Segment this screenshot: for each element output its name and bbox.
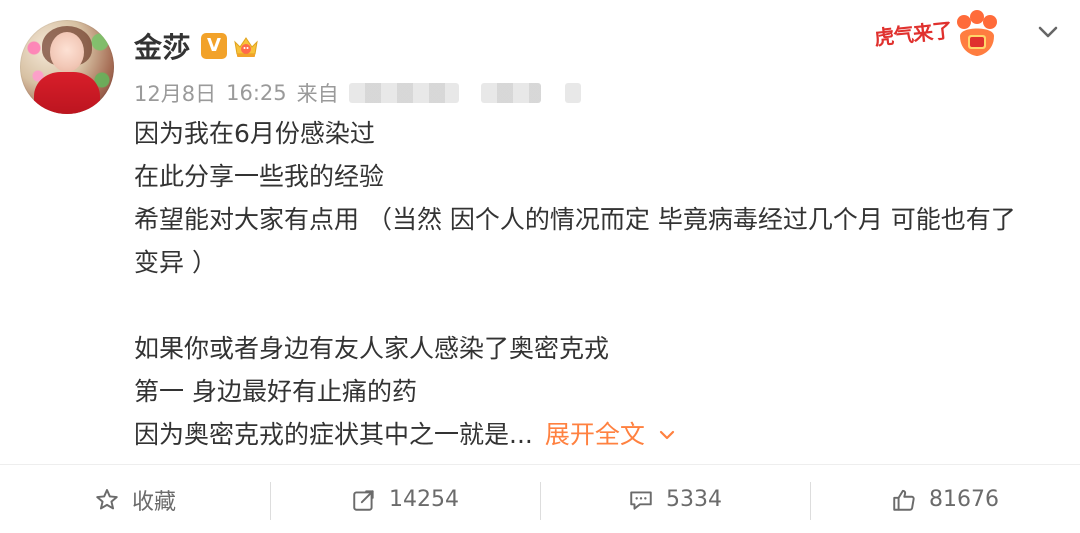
post-date: 12月8日 [134, 82, 217, 106]
post-line: 在此分享一些我的经验 [134, 162, 385, 191]
favorite-label: 收藏 [131, 489, 176, 515]
star-outline-icon [94, 487, 120, 513]
post-meta: 12月8日 16:25 来自 [134, 78, 581, 108]
post-line-last: 因为奥密克戎的症状其中之一就是... 展开全文 [134, 413, 1064, 458]
avatar-face [50, 32, 84, 72]
crown-badge-icon [231, 32, 261, 60]
share-arrow-icon [351, 487, 377, 513]
favorite-button[interactable]: 收藏 [0, 466, 270, 533]
like-button[interactable]: 81676 [810, 466, 1080, 533]
repost-button[interactable]: 14254 [270, 466, 540, 533]
comment-button[interactable]: 5334 [540, 466, 810, 533]
comment-count: 5334 [666, 487, 722, 512]
post-line: 如果你或者身边有友人家人感染了奥密克戎 [134, 334, 610, 363]
expand-chevron-down-icon[interactable] [657, 415, 677, 458]
post-content: 因为我在6月份感染过 在此分享一些我的经验 希望能对大家有点用 （当然 因个人的… [134, 112, 1064, 458]
username[interactable]: 金莎 [134, 26, 191, 66]
post-source-prefix: 来自 [296, 82, 339, 106]
post-blank-line [134, 284, 1064, 327]
post-line: 希望能对大家有点用 （当然 因个人的情况而定 毕竟病毒经过几个月 可能也有了 [134, 205, 1016, 234]
expand-full-text-link[interactable]: 展开全文 [545, 420, 645, 449]
post-line-text: 因为奥密克戎的症状其中之一就是... [134, 420, 533, 449]
post-time: 16:25 [226, 81, 287, 105]
post-source-blurred-2 [480, 83, 541, 103]
promo-badge[interactable]: 虎气来了 [866, 6, 1006, 64]
repost-count: 14254 [389, 487, 459, 512]
avatar[interactable] [20, 20, 114, 114]
more-options-chevron-down-icon[interactable] [1034, 18, 1062, 46]
divider [0, 464, 1080, 465]
post-source-blurred [348, 83, 459, 103]
avatar-dress [34, 72, 100, 114]
post-line: 第一 身边最好有止痛的药 [134, 377, 417, 406]
promo-text: 虎气来了 [873, 17, 954, 51]
post-line: 因为我在6月份感染过 [134, 119, 375, 148]
like-count: 81676 [929, 487, 999, 512]
comment-bubble-icon [628, 487, 654, 513]
post-line: 变异 ） [134, 248, 217, 277]
post-header: 金莎 V [134, 26, 261, 66]
verified-badge-icon: V [201, 33, 228, 59]
post-source-blurred-3 [564, 83, 581, 103]
action-bar: 收藏 14254 5334 81676 [0, 466, 1080, 533]
paw-icon [948, 6, 1006, 64]
thumbs-up-icon [891, 487, 917, 513]
